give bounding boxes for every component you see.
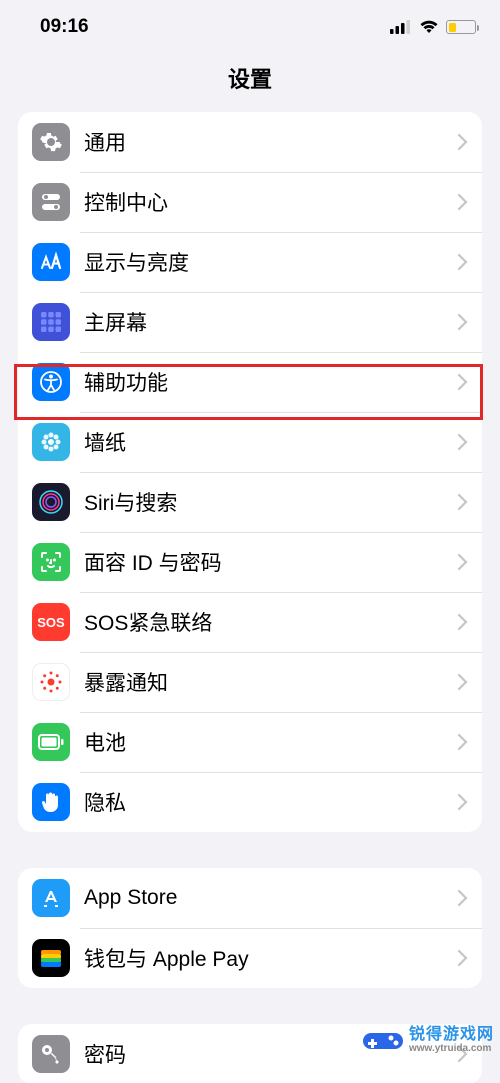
page-header: 设置 xyxy=(0,54,500,112)
row-battery[interactable]: 电池 xyxy=(18,712,482,772)
row-siri[interactable]: Siri与搜索 xyxy=(18,472,482,532)
flower-icon xyxy=(32,423,70,461)
row-label: SOS紧急联络 xyxy=(84,607,458,637)
watermark-title: 锐得游戏网 xyxy=(409,1027,494,1044)
row-faceid[interactable]: 面容 ID 与密码 xyxy=(18,532,482,592)
status-time: 09:16 xyxy=(40,16,89,38)
row-label: 控制中心 xyxy=(84,187,458,217)
chevron-right-icon xyxy=(458,554,468,570)
row-label: 面容 ID 与密码 xyxy=(84,547,458,577)
row-privacy[interactable]: 隐私 xyxy=(18,772,482,832)
row-wallet[interactable]: 钱包与 Apple Pay xyxy=(18,928,482,988)
watermark-url: www.ytruida.com xyxy=(409,1044,494,1055)
chevron-right-icon xyxy=(458,890,468,906)
row-label: 显示与亮度 xyxy=(84,247,458,277)
siri-icon xyxy=(32,483,70,521)
row-label: 墙纸 xyxy=(84,427,458,457)
row-control-center[interactable]: 控制中心 xyxy=(18,172,482,232)
row-label: 通用 xyxy=(84,127,458,157)
switches-icon xyxy=(32,183,70,221)
status-bar: 09:16 xyxy=(0,0,500,54)
wifi-icon xyxy=(419,20,439,34)
row-label: App Store xyxy=(84,886,458,910)
gear-icon xyxy=(32,123,70,161)
wallet-icon xyxy=(32,939,70,977)
chevron-right-icon xyxy=(458,434,468,450)
faceid-icon xyxy=(32,543,70,581)
row-general[interactable]: 通用 xyxy=(18,112,482,172)
row-label: 辅助功能 xyxy=(84,367,458,397)
chevron-right-icon xyxy=(458,794,468,810)
page-title: 设置 xyxy=(0,62,500,94)
grid-icon xyxy=(32,303,70,341)
battery-row-icon xyxy=(32,723,70,761)
battery-icon xyxy=(446,20,476,34)
row-exposure[interactable]: 暴露通知 xyxy=(18,652,482,712)
status-indicators xyxy=(390,20,476,34)
row-accessibility[interactable]: 辅助功能 xyxy=(18,352,482,412)
settings-group-2: App Store 钱包与 Apple Pay xyxy=(18,868,482,988)
appstore-icon xyxy=(32,879,70,917)
sos-icon: SOS xyxy=(32,603,70,641)
row-home-screen[interactable]: 主屏幕 xyxy=(18,292,482,352)
settings-group-1: 通用 控制中心 显示与亮度 主屏幕 辅助功能 墙纸 xyxy=(18,112,482,832)
row-appstore[interactable]: App Store xyxy=(18,868,482,928)
row-sos[interactable]: SOS SOS紧急联络 xyxy=(18,592,482,652)
gamepad-icon xyxy=(363,1025,403,1057)
hand-icon xyxy=(32,783,70,821)
chevron-right-icon xyxy=(458,950,468,966)
signal-icon xyxy=(390,20,412,34)
row-label: 暴露通知 xyxy=(84,667,458,697)
row-label: 隐私 xyxy=(84,787,458,817)
row-label: 钱包与 Apple Pay xyxy=(84,943,458,973)
row-label: 电池 xyxy=(84,727,458,757)
row-wallpaper[interactable]: 墙纸 xyxy=(18,412,482,472)
chevron-right-icon xyxy=(458,134,468,150)
row-display[interactable]: 显示与亮度 xyxy=(18,232,482,292)
accessibility-icon xyxy=(32,363,70,401)
watermark: 锐得游戏网 www.ytruida.com xyxy=(357,1021,500,1061)
chevron-right-icon xyxy=(458,314,468,330)
textsize-icon xyxy=(32,243,70,281)
row-label: 主屏幕 xyxy=(84,307,458,337)
chevron-right-icon xyxy=(458,674,468,690)
chevron-right-icon xyxy=(458,614,468,630)
key-icon xyxy=(32,1035,70,1073)
row-label: Siri与搜索 xyxy=(84,487,458,517)
chevron-right-icon xyxy=(458,734,468,750)
chevron-right-icon xyxy=(458,374,468,390)
chevron-right-icon xyxy=(458,494,468,510)
chevron-right-icon xyxy=(458,194,468,210)
chevron-right-icon xyxy=(458,254,468,270)
exposure-icon xyxy=(32,663,70,701)
